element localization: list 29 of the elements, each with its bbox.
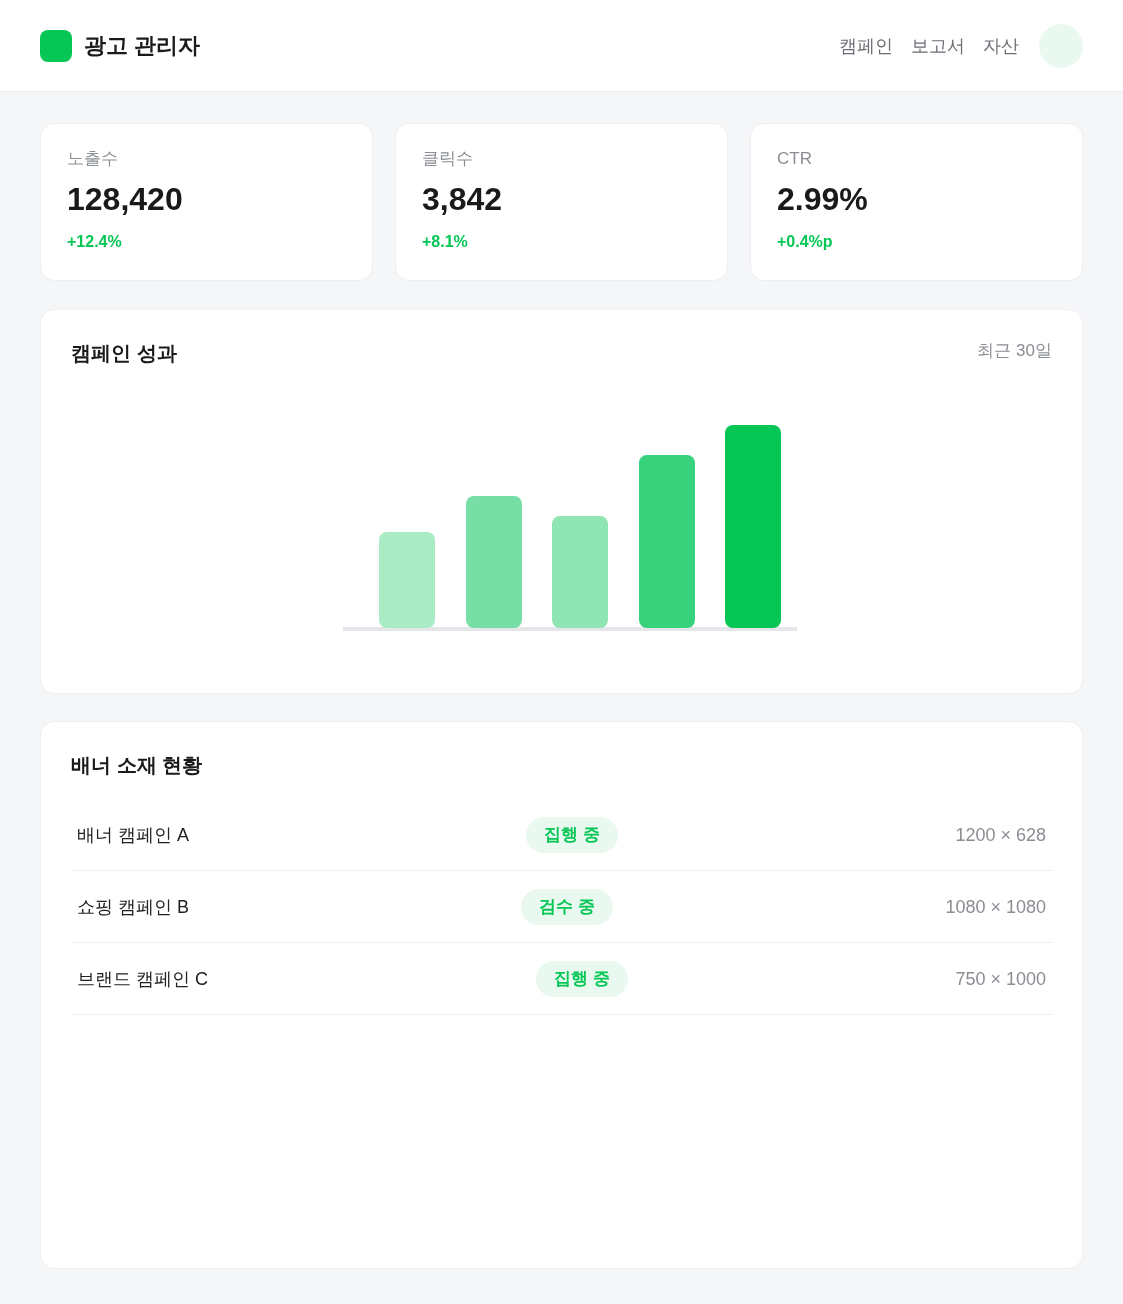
banner-size: 1080 × 1080 <box>945 895 1046 919</box>
banner-name: 브랜드 캠페인 C <box>77 967 208 991</box>
stat-change: +12.4% <box>67 232 122 252</box>
nav-link[interactable]: 보고서 <box>911 32 965 59</box>
status-badge: 검수 중 <box>521 888 614 925</box>
nav-link[interactable]: 자산 <box>983 32 1019 59</box>
section-title: 배너 소재 현황 <box>71 753 204 778</box>
section-title: 캠페인 성과 <box>71 341 177 366</box>
stat-label: 노출수 <box>67 148 118 170</box>
banner-size: 750 × 1000 <box>955 967 1046 991</box>
period-label: 최근 30일 <box>977 340 1052 362</box>
app-title: 광고 관리자 <box>84 31 201 60</box>
stat-label: CTR <box>777 148 812 170</box>
logo-icon <box>40 29 72 62</box>
stat-label: 클릭수 <box>422 148 473 170</box>
status-badge: 집행 중 <box>535 960 628 997</box>
banner-row[interactable]: 쇼핑 캠페인 B 검수 중 1080 × 1080 <box>71 871 1052 943</box>
banner-size: 1200 × 628 <box>955 823 1046 847</box>
stat-value: 3,842 <box>422 180 503 219</box>
stat-value: 128,420 <box>67 180 183 219</box>
banner-name: 배너 캠페인 A <box>77 823 189 847</box>
banner-row[interactable]: 배너 캠페인 A 집행 중 1200 × 628 <box>71 799 1052 871</box>
status-badge: 집행 중 <box>526 816 619 853</box>
banner-name: 쇼핑 캠페인 B <box>77 895 189 919</box>
stat-change: +0.4%p <box>777 232 833 252</box>
banner-row[interactable]: 브랜드 캠페인 C 집행 중 750 × 1000 <box>71 943 1052 1015</box>
stat-change: +8.1% <box>422 232 468 252</box>
stat-value: 2.99% <box>777 180 868 219</box>
nav-link[interactable]: 캠페인 <box>839 32 893 59</box>
